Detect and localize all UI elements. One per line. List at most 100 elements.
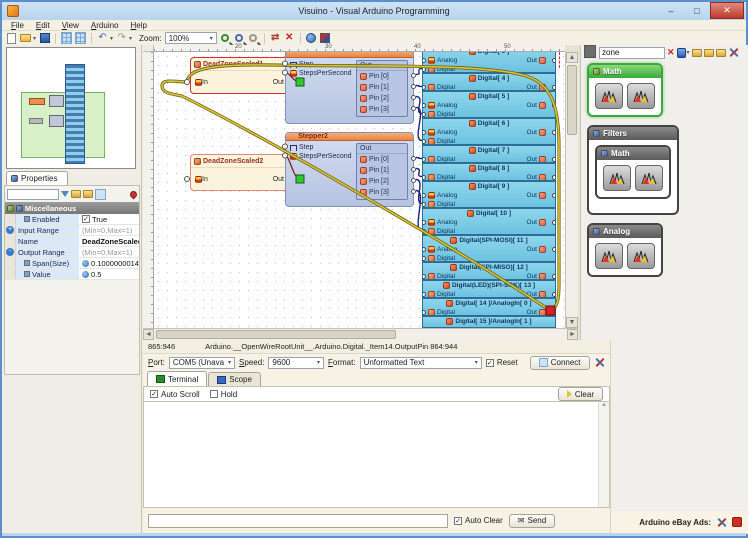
expand-icon[interactable]: + [6, 226, 14, 234]
menu-arduino[interactable]: Arduino [86, 21, 124, 30]
property-value[interactable]: 0.5 [80, 269, 139, 279]
input-pin[interactable] [422, 220, 426, 225]
property-value[interactable]: DeadZoneScaled1 [80, 236, 139, 246]
send-button[interactable]: ✉ Send [509, 514, 555, 528]
property-value[interactable]: (Min=0,Max=1) [80, 225, 139, 235]
overview-thumbnail[interactable] [6, 47, 136, 169]
tab-scope[interactable]: Scope [208, 372, 261, 386]
zoom-in-icon[interactable] [221, 34, 229, 42]
auto-clear-checkbox[interactable]: ✓ Auto Clear [454, 516, 503, 525]
component-group-analog[interactable]: Analog [587, 223, 663, 277]
tab-terminal[interactable]: Terminal [147, 371, 207, 386]
component-tile[interactable] [627, 243, 655, 269]
toggle-panels-icon[interactable] [61, 32, 72, 44]
reset-checkbox[interactable]: ✓ Reset [486, 358, 518, 367]
category-folder-icon[interactable] [716, 49, 726, 57]
scroll-left-button[interactable]: ◄ [143, 329, 154, 340]
input-pin[interactable] [422, 274, 426, 279]
input-pin[interactable] [422, 247, 426, 252]
scroll-up-button[interactable]: ▲ [566, 52, 578, 63]
block-title-bar[interactable]: Stepper2 [286, 133, 413, 141]
zoom-out-icon[interactable] [235, 34, 243, 42]
output-pin[interactable] [552, 247, 556, 252]
input-pin[interactable] [422, 202, 426, 207]
property-row[interactable]: Enabled✓True [5, 214, 139, 225]
output-pin[interactable] [411, 106, 416, 111]
package-icon[interactable] [320, 33, 330, 43]
output-pin[interactable] [411, 178, 416, 183]
output-pin[interactable] [552, 85, 556, 90]
speed-select[interactable]: 9600 ▾ [268, 357, 324, 369]
channel-block[interactable]: Digital[ 15 ]/AnalogIn[ 1 ] [422, 316, 556, 328]
group-header[interactable]: Filters [589, 127, 677, 140]
input-pin[interactable] [422, 175, 426, 180]
channel-block[interactable]: Digital[ 3 ]AnalogOutDigital [422, 52, 556, 73]
input-pin[interactable] [422, 58, 426, 63]
input-pin[interactable] [422, 292, 426, 297]
web-help-icon[interactable] [306, 33, 316, 43]
component-tile[interactable] [627, 83, 655, 109]
undo-dropdown-icon[interactable]: ▾ [110, 35, 113, 42]
output-pin[interactable] [552, 274, 556, 279]
scroll-right-button[interactable]: ► [567, 329, 578, 340]
auto-scroll-checkbox[interactable]: ✓ Auto Scroll [150, 390, 200, 399]
output-pin[interactable] [411, 189, 416, 194]
output-pin[interactable] [552, 292, 556, 297]
input-pin[interactable] [422, 256, 426, 261]
property-filter-input[interactable] [7, 189, 59, 200]
input-pin[interactable] [422, 193, 426, 198]
connect-button[interactable]: Connect [530, 356, 590, 370]
menu-view[interactable]: View [57, 21, 84, 30]
property-value[interactable]: (Min=0,Max=1) [80, 247, 139, 257]
group-header[interactable]: Math [597, 147, 669, 160]
input-pin[interactable] [422, 229, 426, 234]
output-pin[interactable] [411, 73, 416, 78]
output-pin[interactable] [552, 157, 556, 162]
block-stepper1[interactable]: StepStepsPerSecond Out Pin [0]Pin [1]Pin… [285, 52, 414, 124]
scroll-up-button[interactable]: ▲ [599, 402, 609, 408]
component-tile[interactable] [635, 165, 663, 191]
redo-dropdown-icon[interactable]: ▾ [129, 35, 132, 42]
minimize-button[interactable]: – [658, 2, 684, 19]
output-pin[interactable] [552, 220, 556, 225]
output-pin[interactable] [411, 167, 416, 172]
diagram-area[interactable]: DeadZoneScaled1 In Out StepStepsPerSecon… [154, 52, 565, 328]
input-pin[interactable] [422, 67, 426, 72]
clear-button[interactable]: Clear [558, 387, 603, 401]
input-pin[interactable] [422, 112, 426, 117]
terminal-output[interactable]: ▲ [143, 401, 610, 508]
zoom-select[interactable]: 100% ▾ [165, 32, 217, 44]
horizontal-scroll-thumb[interactable] [156, 330, 396, 339]
menu-edit[interactable]: Edit [31, 21, 55, 30]
value-editor-icon[interactable] [82, 260, 89, 267]
tab-properties[interactable]: Properties [6, 171, 68, 185]
category-folder-icon[interactable] [692, 49, 702, 57]
channel-block[interactable]: Digital[ 4 ]DigitalOut [422, 73, 556, 91]
property-value[interactable]: ✓True [80, 214, 139, 224]
vertical-scrollbar[interactable]: ▲ ▼ [565, 52, 578, 328]
collapse-all-icon[interactable] [83, 190, 93, 198]
component-search-input[interactable] [599, 47, 665, 59]
block-header[interactable]: DeadZoneScaled2 [191, 155, 297, 168]
channel-block[interactable]: Digital[ 8 ]DigitalOut [422, 163, 556, 181]
component-tile[interactable] [603, 165, 631, 191]
collapse-icon[interactable]: - [6, 248, 14, 256]
channel-block[interactable]: Digital[ 14 ]/AnalogIn[ 0 ]DigitalOut [422, 298, 556, 316]
layout-toggle-icon[interactable] [95, 189, 106, 200]
format-select[interactable]: Unformatted Text ▾ [360, 357, 482, 369]
ads-settings-icon[interactable] [716, 517, 727, 528]
output-pin[interactable] [411, 95, 416, 100]
toggle-grid-icon[interactable] [75, 32, 86, 44]
checkbox-checked-icon[interactable]: ✓ [82, 215, 90, 223]
property-row[interactable]: Value0.5 [5, 269, 139, 280]
scroll-down-button[interactable]: ▼ [566, 317, 578, 328]
group-header[interactable]: Analog [589, 225, 661, 238]
filter-dropdown-icon[interactable]: ▾ [687, 49, 690, 56]
property-category[interactable]: Miscellaneous [5, 202, 139, 214]
terminal-scrollbar[interactable]: ▲ [598, 402, 609, 507]
component-group-filters[interactable]: Filters Math [587, 125, 679, 215]
sync-icon[interactable]: ⇄ [270, 33, 281, 44]
property-row[interactable]: NameDeadZoneScaled1 [5, 236, 139, 247]
zoom-reset-icon[interactable] [249, 34, 257, 42]
output-pin[interactable] [552, 310, 556, 315]
